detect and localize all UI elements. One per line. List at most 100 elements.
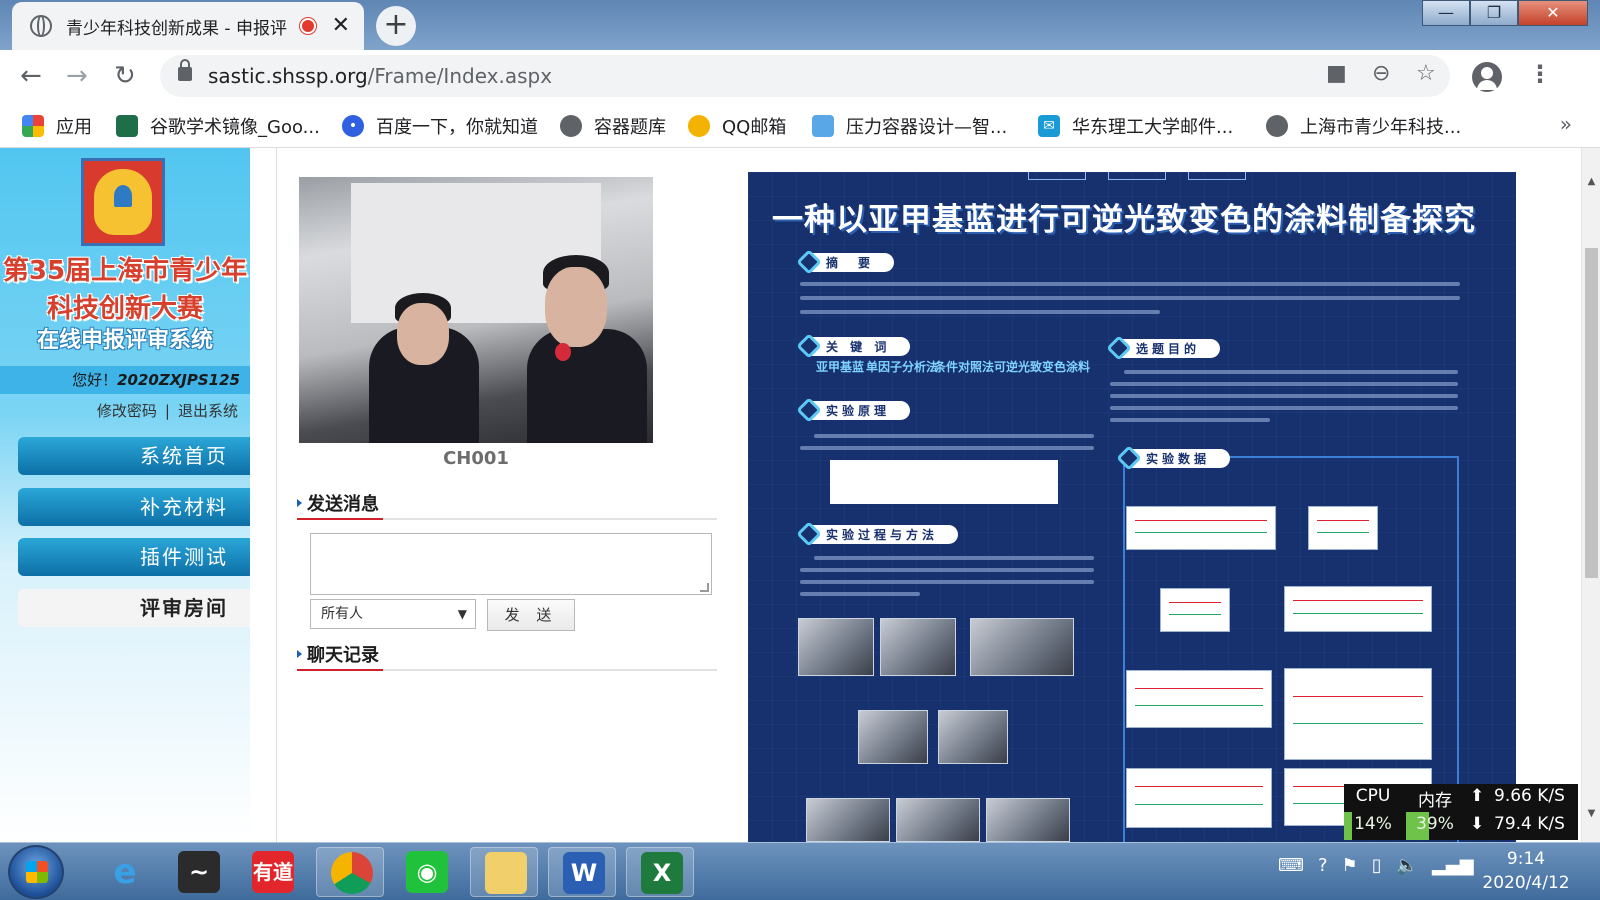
ie-icon: e (113, 852, 137, 892)
globe-icon (560, 115, 582, 137)
bookmark-item[interactable]: 容器题库 (560, 113, 666, 139)
bars-icon (812, 115, 834, 137)
poster-section-principle: 实验原理 (796, 397, 911, 423)
maximize-button[interactable]: ❐ (1470, 0, 1518, 26)
tab-strip: 青少年科技创新成果 - 申报评 ✕ + — ❐ ✕ (0, 0, 1600, 50)
volume-icon[interactable]: 🔈 (1396, 855, 1418, 876)
toolbar: ← → ↻ sastic.shssp.org/Frame/Index.aspx … (0, 50, 1600, 102)
page-scrollbar[interactable]: ▲ ▼ (1581, 148, 1600, 842)
bookmark-item[interactable]: 应用 (22, 113, 92, 139)
resize-handle-icon[interactable] (700, 583, 709, 592)
device-icon[interactable]: ▯ (1372, 855, 1382, 876)
keyboard-icon[interactable]: ⌨ (1278, 855, 1304, 876)
lock-icon (178, 59, 192, 81)
reaction-diagram (830, 460, 1058, 504)
clock-date: 2020/4/12 (1482, 873, 1570, 893)
keyword: 单因子分析法 (866, 360, 939, 374)
logout-link[interactable]: 退出系统 (178, 402, 238, 420)
bookmark-item[interactable]: 谷歌学术镜像_Goo... (116, 113, 320, 139)
poster-section-keywords: 关 键 词 (796, 333, 911, 359)
bird-app-icon: ~ (178, 851, 220, 893)
taskbar: e ~ 有道 ◉ W X ⌨ ? ⚑ ▯ 🔈 ▂▄▆ 9:14 2020/4/1… (0, 842, 1600, 900)
download-arrow-icon: ⬇ (1470, 814, 1485, 834)
taskbar-app-wifi[interactable]: ◉ (392, 847, 460, 897)
minimize-button[interactable]: — (1422, 0, 1470, 26)
banner-title-line2: 科技创新大赛 (46, 294, 203, 324)
keyword: 条件对照法 (934, 360, 995, 374)
cpu-value: 14% (1354, 814, 1392, 834)
account-links: 修改密码 | 退出系统 (0, 400, 250, 421)
camera-icon[interactable]: ■ (1326, 61, 1347, 86)
upload-speed: 9.66 K/S (1494, 786, 1565, 806)
poster-section-data: 实验数据 (1116, 445, 1231, 471)
sidebar-item-review-room[interactable]: 评审房间 (18, 589, 250, 627)
url-text[interactable]: sastic.shssp.org/Frame/Index.aspx (208, 64, 552, 88)
close-tab-button[interactable]: ✕ (332, 15, 350, 37)
bookmark-item[interactable]: 压力容器设计—智... (812, 113, 1007, 139)
bookmark-item[interactable]: QQ邮箱 (688, 113, 786, 139)
apps-grid-icon (22, 115, 44, 137)
greeting-bar: 您好！2020ZXJPS125 (0, 366, 250, 394)
scrollbar-thumb[interactable] (1585, 248, 1598, 578)
poster-section-purpose: 选题目的 (1106, 335, 1221, 361)
send-button[interactable]: 发 送 (487, 599, 575, 631)
sidebar: 第35届上海市青少年 科技创新大赛 在线申报评审系统 您好！2020ZXJPS1… (0, 148, 250, 842)
recipient-select[interactable]: 所有人 ▼ (310, 599, 476, 629)
taskbar-app-ie[interactable]: e (90, 847, 158, 897)
memory-value: 39% (1416, 814, 1454, 834)
competition-logo (81, 158, 165, 246)
profile-avatar-icon[interactable] (1472, 62, 1502, 92)
clock-time: 9:14 (1506, 849, 1546, 869)
bookmark-star-icon[interactable]: ☆ (1416, 61, 1436, 86)
scroll-down-icon[interactable]: ▼ (1582, 808, 1600, 819)
new-tab-button[interactable]: + (376, 6, 416, 46)
bookmark-item[interactable]: ✉ 华东理工大学邮件... (1038, 113, 1233, 139)
camera-label: CH001 (443, 448, 509, 469)
bookmark-item[interactable]: 上海市青少年科技... (1266, 113, 1461, 139)
upload-arrow-icon: ⬆ (1470, 786, 1485, 806)
scroll-up-icon[interactable]: ▲ (1582, 176, 1600, 187)
taskbar-app-explorer[interactable] (470, 847, 538, 897)
sidebar-item-home[interactable]: 系统首页 (18, 437, 250, 475)
book-icon (116, 115, 138, 137)
word-icon: W (563, 852, 605, 894)
zoom-icon[interactable]: ⊖ (1372, 61, 1390, 86)
camera-video[interactable] (299, 177, 653, 443)
microphone-icon (555, 343, 571, 361)
project-poster[interactable]: 一种以亚甲基蓝进行可逆光致变色的涂料制备探究 摘 要 关 键 词 亚甲基蓝 单因… (748, 172, 1516, 842)
poster-section-abstract: 摘 要 (796, 249, 895, 275)
start-button[interactable] (8, 845, 64, 899)
download-speed: 79.4 K/S (1494, 814, 1565, 834)
change-password-link[interactable]: 修改密码 (97, 402, 157, 420)
address-bar[interactable]: sastic.shssp.org/Frame/Index.aspx ■ ⊖ ☆ (160, 55, 1450, 97)
user-id: 2020ZXJPS125 (117, 371, 240, 389)
system-monitor: CPU 内存 14% 39% ⬆ 9.66 K/S ⬇ 79.4 K/S (1344, 784, 1578, 840)
taskbar-app-word[interactable]: W (548, 847, 616, 897)
poster-title: 一种以亚甲基蓝进行可逆光致变色的涂料制备探究 (772, 202, 1476, 238)
taskbar-app-youdao[interactable]: 有道 (238, 847, 306, 897)
taskbar-app-bird[interactable]: ~ (164, 847, 232, 897)
bookmarks-more-button[interactable]: » (1560, 112, 1572, 136)
youdao-icon: 有道 (252, 851, 294, 893)
globe-icon (30, 15, 52, 37)
forward-button[interactable]: → (66, 60, 88, 92)
chat-history-header: 聊天记录 (297, 645, 717, 671)
bookmark-item[interactable]: • 百度一下，你就知道 (342, 113, 538, 139)
help-icon[interactable]: ? (1318, 855, 1328, 876)
menu-button[interactable]: ⋮ (1528, 60, 1552, 88)
flag-icon[interactable]: ⚑ (1342, 855, 1358, 876)
sidebar-item-plugin-test[interactable]: 插件测试 (18, 538, 250, 576)
dropdown-arrow-icon: ▼ (457, 607, 467, 621)
reload-button[interactable]: ↻ (114, 60, 136, 92)
window-close-button[interactable]: ✕ (1518, 0, 1588, 26)
browser-tab[interactable]: 青少年科技创新成果 - 申报评 ✕ (12, 2, 364, 50)
baidu-paw-icon: • (342, 115, 364, 137)
excel-icon: X (641, 852, 683, 894)
taskbar-app-chrome[interactable] (316, 847, 384, 897)
back-button[interactable]: ← (20, 60, 42, 92)
taskbar-clock[interactable]: 9:14 2020/4/12 (1462, 847, 1590, 895)
sidebar-item-supplement[interactable]: 补充材料 (18, 488, 250, 526)
qq-mail-icon (688, 115, 710, 137)
message-input[interactable] (310, 533, 712, 595)
taskbar-app-excel[interactable]: X (626, 847, 694, 897)
